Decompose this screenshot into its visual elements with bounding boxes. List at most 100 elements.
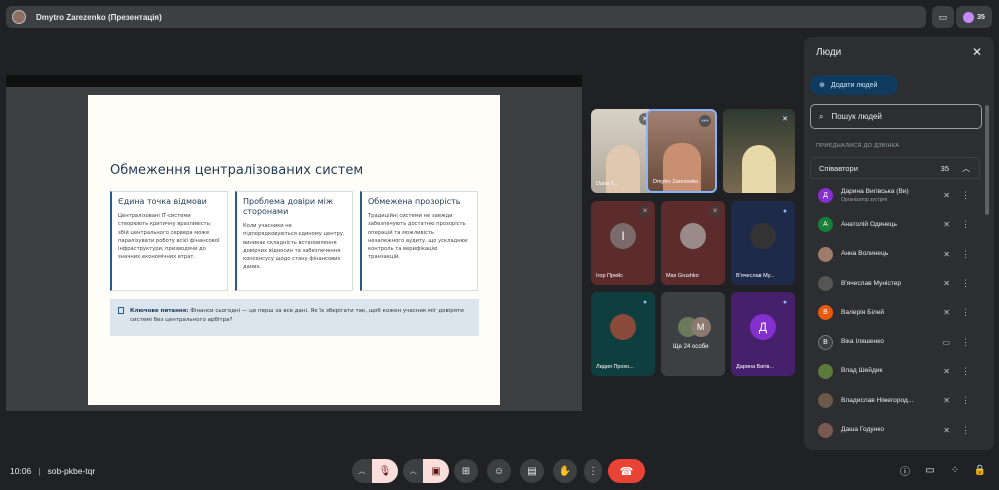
emoji-icon: ☺ [493,465,505,477]
present-screen-icon[interactable]: ▭ [942,338,950,347]
mic-toggle-button[interactable]: 🎙 [372,459,398,483]
chat-button[interactable]: ▭ [922,462,938,478]
more-options-icon[interactable]: ••• [699,115,711,127]
list-item[interactable]: В Валерія Білей ✕ ⋮ [810,298,980,327]
presentation-title: Dmytro Zarezenko (Презентація) [36,12,162,22]
mic-off-icon[interactable]: ✕ [943,308,950,317]
add-people-label: Додати людей [830,81,878,89]
people-panel: Люди ✕ ⊕ Додати людей ⌕ Пошук людей ПРИЄ… [804,37,994,450]
collaborators-group-header[interactable]: Співавтори 35 ︿ [810,157,980,179]
chevron-up-icon[interactable]: ︿ [962,163,970,174]
participant-tile[interactable]: ● В'ячеслав Му... [731,201,795,285]
list-item[interactable]: В'ячеслав Муністер ✕ ⋮ [810,269,980,298]
participant-tile[interactable]: ✕ Max Grushko [661,201,725,285]
participant-name: Dmytro Zarezenko [653,179,699,185]
captions-button[interactable]: ▤ [520,459,544,483]
present-button[interactable]: ⊞ [454,459,478,483]
video-options-button[interactable]: ︿ [403,459,423,483]
more-vert-icon[interactable]: ⋮ [961,307,970,318]
participant-tile[interactable]: І ✕ Ігор Прейс [591,201,655,285]
mic-off-icon[interactable]: ✕ [943,191,950,200]
emoji-button[interactable]: ☺ [487,459,511,483]
add-person-icon: ⊕ [819,82,825,89]
close-icon[interactable]: ✕ [972,45,982,59]
more-vert-icon[interactable]: ⋮ [961,278,970,289]
card-body: Централізовані ІТ-системи створюють крит… [118,213,220,261]
people-icon [963,11,975,23]
mic-off-icon[interactable]: ✕ [943,250,950,259]
participant-avatar: І [610,223,636,250]
joined-section-label: ПРИЄДНАЛИСЯ ДО ДЗВІНКА [816,143,900,149]
mic-off-icon: ✕ [779,113,791,125]
activities-button[interactable]: ⁘ [947,462,963,478]
card-heading: Проблема довіри між сторонами [243,197,334,216]
avatar: В [818,334,833,350]
participant-tile[interactable]: Д ● Дарина Вигів... [731,292,795,376]
more-participants-label: Ще 24 особи [673,344,709,350]
add-people-button[interactable]: ⊕ Додати людей [810,75,898,95]
person-name: Даша Годунко [841,426,884,434]
list-item[interactable]: А Анатолій Одинець ✕ ⋮ [810,210,980,239]
card-heading: Єдина точка відмови [118,197,207,206]
more-participants-tile[interactable]: M Ще 24 особи [661,292,725,376]
group-label: Співавтори [819,163,858,173]
list-item[interactable]: Д Дарина Вигівська (Ви) Організатор зуст… [810,181,980,210]
list-item[interactable]: Анна Волинець ✕ ⋮ [810,240,980,269]
apps-icon: ⁘ [950,464,960,476]
participants-button[interactable]: 35 [956,6,992,28]
hand-icon: ✋ [558,465,572,477]
meeting-details-button[interactable]: ⓘ [897,462,913,478]
participant-name: Лидия Прохо... [596,364,634,370]
participant-tile[interactable]: ● Лидия Прохо... [591,292,655,376]
avatar [818,422,833,438]
card-body: Традиційні системи не завжди забезпечуют… [368,213,468,261]
slide-card: Обмежена прозорість Традиційні системи н… [360,191,478,291]
more-vert-icon[interactable]: ⋮ [961,395,970,406]
more-options-button[interactable]: ⋮ [584,459,602,483]
more-vert-icon[interactable]: ⋮ [961,219,970,230]
participant-avatar [750,223,776,250]
more-vert-icon[interactable]: ⋮ [961,190,970,201]
panel-scrollbar[interactable] [985,105,989,215]
person-name: В'ячеслав Муністер [841,279,902,287]
avatar: Д [818,188,833,204]
camera-toggle-button[interactable]: ▣ [423,459,449,483]
leave-call-button[interactable]: ☎ [608,459,645,483]
mic-off-icon[interactable]: ✕ [943,279,950,288]
list-item[interactable]: Владислав Ніжегород... ✕ ⋮ [810,386,980,415]
person-name: Анатолій Одинець [841,220,897,228]
audio-options-button[interactable]: ︿ [352,459,372,483]
participant-avatar [610,314,636,341]
slide-card: Проблема довіри між сторонами Коли учасн… [235,191,353,291]
chat-icon: ▭ [925,464,935,476]
host-controls-button[interactable]: 🔒 [972,462,988,478]
mic-icon: ● [782,207,788,215]
list-item[interactable]: В Віка Іляшенко ▭ ⋮ [810,327,980,356]
more-vert-icon[interactable]: ⋮ [961,249,970,260]
presentation-stage[interactable]: Обмеження централізованих систем Єдина т… [6,75,582,411]
more-vert-icon[interactable]: ⋮ [961,425,970,436]
mic-off-icon[interactable]: ✕ [943,220,950,229]
list-item[interactable]: Влад Шейдик ✕ ⋮ [810,357,980,386]
participant-tile-active[interactable]: ••• Dmytro Zarezenko [646,109,717,193]
avatar: В [818,305,833,321]
more-vert-icon[interactable]: ⋮ [961,366,970,377]
presentation-view-button[interactable]: ▭ [932,6,954,28]
participant-avatar [680,223,706,250]
mic-off-icon[interactable]: ✕ [943,367,950,376]
search-people-input[interactable]: ⌕ Пошук людей [810,104,982,129]
raise-hand-button[interactable]: ✋ [553,459,577,483]
person-name: Дарина Вигівська (Ви) [841,187,909,195]
list-item[interactable]: Даша Годунко ✕ ⋮ [810,415,980,444]
person-name: Влад Шейдик [841,367,883,375]
divider: | [38,466,41,476]
key-question-box: Ключове питання: Фінанси сьогодні — це п… [110,299,479,336]
slide: Обмеження централізованих систем Єдина т… [88,95,500,405]
mic-off-icon[interactable]: ✕ [943,396,950,405]
mic-off-icon[interactable]: ✕ [943,426,950,435]
card-body: Коли учасники не підпорядковуються єдино… [243,223,345,271]
more-vert-icon[interactable]: ⋮ [961,337,970,348]
participants-count: 35 [977,13,985,21]
participant-tile[interactable]: ✕ [723,109,795,193]
present-screen-icon: ▭ [938,11,948,22]
